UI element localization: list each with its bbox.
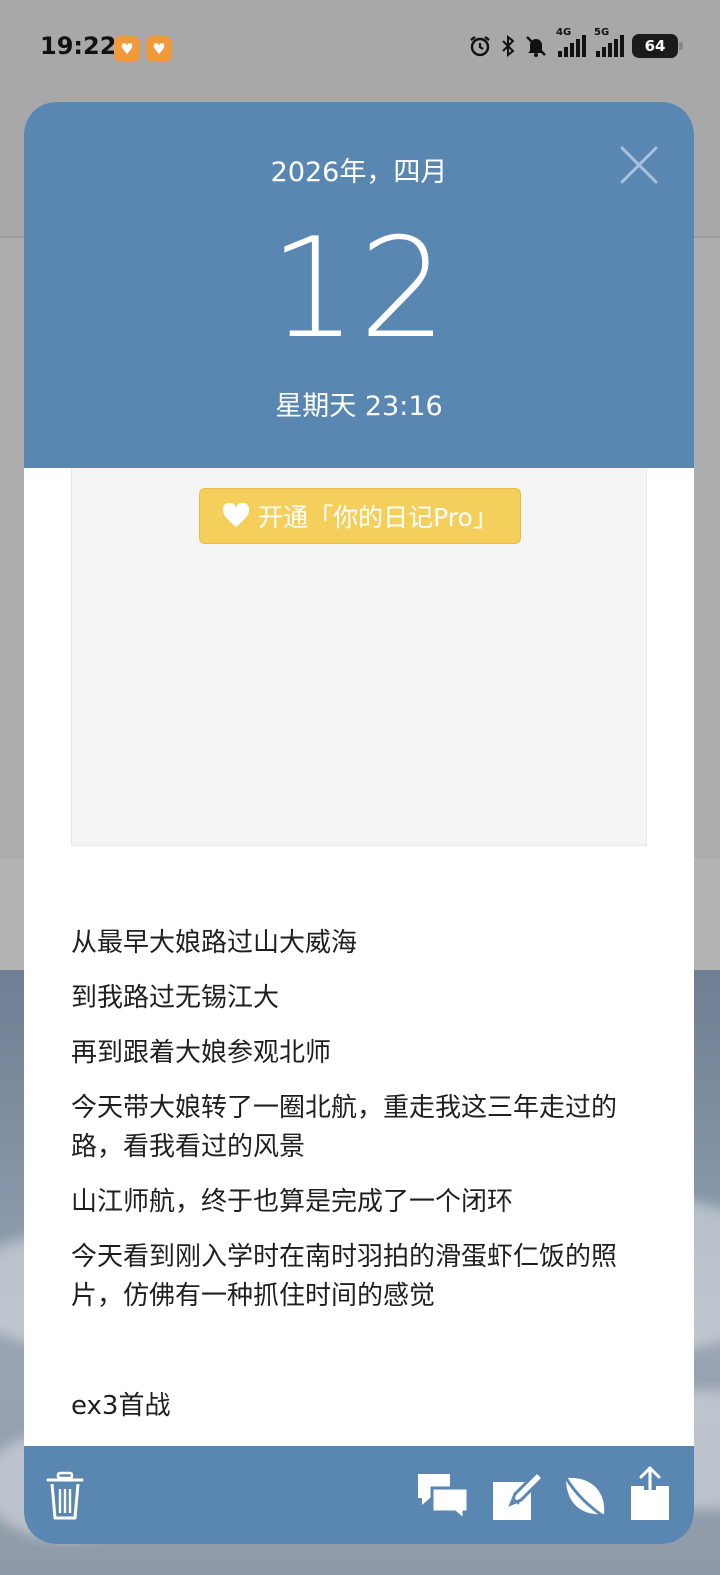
entry-paragraph: ex3首战 — [71, 1391, 171, 1421]
entry-toolbar — [24, 1446, 694, 1544]
entry-blank-line — [71, 1332, 647, 1371]
battery-indicator: 64 — [632, 34, 683, 58]
leaf-icon[interactable] — [562, 1470, 608, 1522]
status-time: 19:22 — [40, 32, 117, 60]
status-bar: 19:22 ♥ ♥ 4G 5G 64 — [0, 0, 720, 96]
diary-entry-card: 2026年，四月 12 星期天 23:16 开通「你的日记Pro」 从最早大娘路… — [24, 102, 694, 1544]
entry-paragraph: 从最早大娘路过山大威海 — [71, 928, 358, 958]
month-year-label: 2026年，四月 — [270, 157, 448, 188]
edit-icon[interactable] — [491, 1470, 543, 1522]
close-icon[interactable] — [616, 142, 662, 188]
day-number: 12 — [269, 208, 449, 369]
app-notification-icon: ♥ — [114, 36, 140, 62]
entry-body[interactable]: 开通「你的日记Pro」 从最早大娘路过山大威海 到我路过无锡江大 再到跟着大娘参… — [24, 468, 694, 1446]
alarm-icon — [470, 36, 490, 57]
share-icon[interactable] — [629, 1466, 671, 1522]
upgrade-pro-button[interactable]: 开通「你的日记Pro」 — [199, 488, 521, 544]
entry-paragraph: 到我路过无锡江大 — [71, 983, 280, 1013]
app-notification-icon: ♥ — [146, 36, 172, 62]
status-icons: 4G 5G 64 — [468, 27, 683, 58]
signal-5g-icon: 5G — [594, 27, 624, 57]
entry-text[interactable]: 从最早大娘路过山大威海 到我路过无锡江大 再到跟着大娘参观北师 今天带大娘转了一… — [71, 924, 647, 1442]
entry-image-placeholder: 开通「你的日记Pro」 — [71, 468, 647, 846]
trash-icon[interactable] — [46, 1470, 84, 1522]
upgrade-pro-label: 开通「你的日记Pro」 — [258, 503, 498, 532]
heart-icon — [223, 503, 250, 527]
comments-icon[interactable] — [416, 1470, 470, 1522]
entry-date-header: 2026年，四月 12 星期天 23:16 — [24, 102, 694, 468]
mute-bell-icon — [526, 36, 546, 57]
signal-4g-icon: 4G — [556, 27, 586, 57]
weekday-time-label: 星期天 23:16 — [275, 391, 443, 422]
entry-paragraph: 今天带大娘转了一圈北航，重走我这三年走过的路，看我看过的风景 — [71, 1093, 618, 1162]
bluetooth-icon — [502, 34, 515, 58]
entry-paragraph: 再到跟着大娘参观北师 — [71, 1038, 332, 1068]
entry-paragraph: 山江师航，终于也算是完成了一个闭环 — [71, 1187, 514, 1217]
entry-paragraph: 今天看到刚入学时在南时羽拍的滑蛋虾仁饭的照片，仿佛有一种抓住时间的感觉 — [71, 1242, 618, 1311]
